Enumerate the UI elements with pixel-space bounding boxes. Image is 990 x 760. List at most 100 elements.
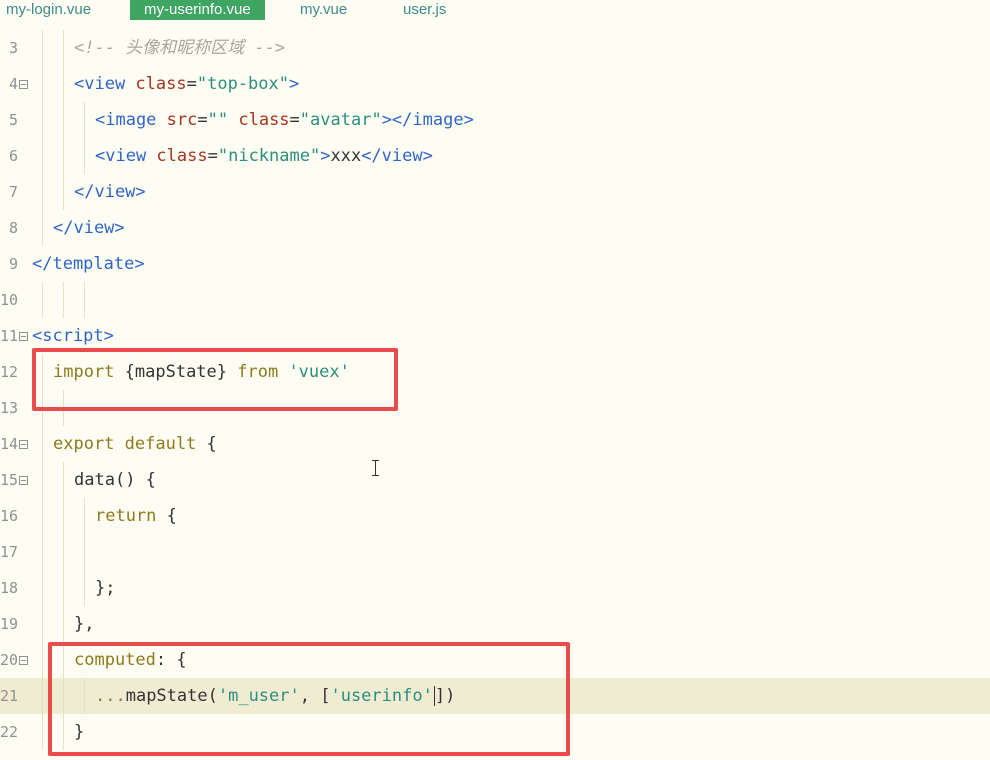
code-token: <view [74,74,136,94]
indent-guide [84,498,85,534]
line-number: 17 [0,543,18,561]
code-line[interactable]: 17 [0,534,990,570]
code-token: > [288,74,300,94]
code-line[interactable]: 3 <!-- 头像和昵称区域 --> [0,30,990,66]
line-number: 8 [8,219,18,237]
tab-my-vue[interactable]: my.vue [300,0,347,20]
tab-my-userinfo-vue[interactable]: my-userinfo.vue [130,0,265,20]
code-text: <image src="" class="avatar"></image> [95,102,474,138]
line-number: 4 [8,75,18,93]
code-text: <view class="top-box"> [74,66,299,102]
line-number: 9 [8,255,18,273]
code-token: </template> [32,254,145,274]
fold-toggle-icon[interactable] [19,440,28,449]
code-text: </view> [74,174,146,210]
line-number: 13 [0,399,18,417]
fold-toggle-icon[interactable] [19,656,28,665]
indent-guide [42,570,43,606]
indent-guide [42,534,43,570]
indent-guide [42,714,43,750]
code-line[interactable]: 5 <image src="" class="avatar"></image> [0,102,990,138]
code-line[interactable]: 4 <view class="top-box"> [0,66,990,102]
code-token: "nickname" [217,146,321,166]
code-token: </view> [361,146,433,166]
code-token: </view> [74,182,146,202]
indent-guide [84,534,85,570]
code-token: <script> [32,326,114,346]
code-token: = [186,74,197,94]
indent-guide [63,606,64,642]
indent-guide [42,498,43,534]
tab-user-js[interactable]: user.js [403,0,446,20]
line-number: 3 [8,39,18,57]
indent-guide [42,210,43,246]
code-line[interactable]: 8 </view> [0,210,990,246]
indent-guide [42,426,43,462]
indent-guide [63,570,64,606]
fold-toggle-icon[interactable] [19,332,28,341]
code-line[interactable]: 19}, [0,606,990,642]
code-token: class [135,74,187,94]
line-gutter: 12 [0,354,30,390]
line-number: 10 [0,291,18,309]
line-number: 21 [0,687,18,705]
code-text: }, [74,606,94,642]
fold-toggle-icon[interactable] [19,476,28,485]
line-gutter: 4 [0,66,30,102]
code-token: () { [114,470,156,490]
code-token: class [238,110,290,130]
indent-guide [84,282,85,318]
indent-guide [42,66,43,102]
code-token: export default [53,434,207,454]
indent-guide [63,138,64,174]
code-line[interactable]: 9 </template> [0,246,990,282]
line-gutter: 10 [0,282,30,318]
code-token: "avatar" [299,110,382,130]
indent-guide [42,174,43,210]
line-number: 20 [0,651,18,669]
line-gutter: 14 [0,426,30,462]
indent-guide [42,102,43,138]
code-line[interactable]: 16 return { [0,498,990,534]
code-text: <!-- 头像和昵称区域 --> [74,30,285,66]
indent-guide [42,642,43,678]
code-token: xxx [330,146,362,166]
line-number: 6 [8,147,18,165]
text-cursor-icon [372,460,380,476]
line-gutter: 22 [0,714,30,750]
code-token: <!-- 头像和昵称区域 --> [74,38,286,58]
editor-tab-bar: my-login.vue my-userinfo.vue my.vue user… [0,0,990,22]
code-token: }, [74,614,95,634]
indent-guide [63,174,64,210]
line-gutter: 5 [0,102,30,138]
code-line[interactable]: 15 data() { [0,462,990,498]
indent-guide [42,462,43,498]
indent-guide [63,462,64,498]
indent-guide [63,282,64,318]
line-number: 18 [0,579,18,597]
indent-guide [84,138,85,174]
fold-toggle-icon[interactable] [19,80,28,89]
line-gutter: 20 [0,642,30,678]
code-line[interactable]: 14 export default { [0,426,990,462]
code-line[interactable]: 10 [0,282,990,318]
code-token: class [156,146,208,166]
code-token: = [289,110,300,130]
line-number: 14 [0,435,18,453]
code-token: </view> [53,218,125,238]
indent-guide [63,102,64,138]
indent-guide [63,534,64,570]
code-line[interactable]: 6 <view class="nickname">xxx</view> [0,138,990,174]
indent-guide [42,678,43,714]
indent-guide [84,102,85,138]
line-number: 16 [0,507,18,525]
line-gutter: 6 [0,138,30,174]
indent-guide [63,30,64,66]
code-line[interactable]: 7 </view> [0,174,990,210]
code-line[interactable]: 18}; [0,570,990,606]
indent-guide [42,606,43,642]
code-text: data() { [74,462,156,498]
line-number: 7 [8,183,18,201]
tab-my-login-vue[interactable]: my-login.vue [6,0,91,20]
